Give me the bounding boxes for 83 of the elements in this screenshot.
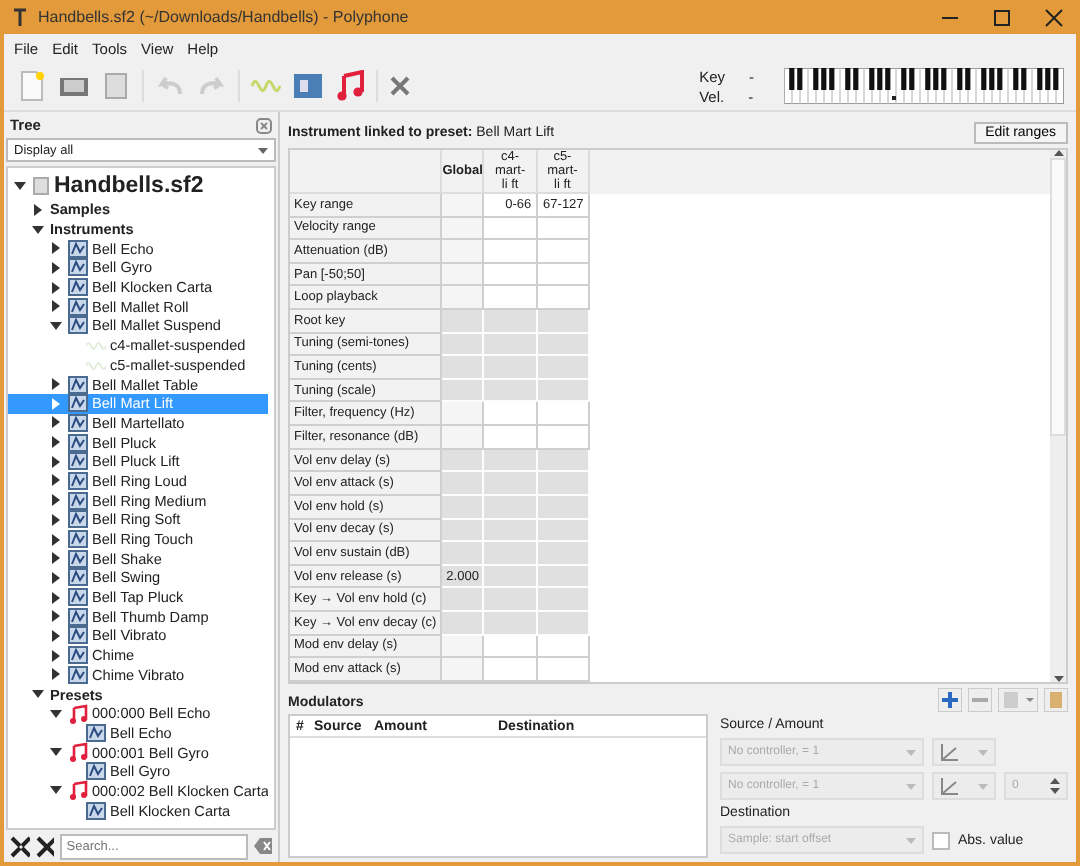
expand-arrow-icon[interactable]: [50, 319, 62, 332]
instrument-icon: [68, 471, 88, 490]
instrument-icon: [68, 413, 88, 432]
instrument-icon: [68, 665, 88, 684]
expand-arrow-icon[interactable]: [50, 649, 62, 662]
close-panel-icon[interactable]: [256, 117, 272, 133]
expand-arrow-icon[interactable]: [50, 746, 62, 759]
instrument-icon: [68, 568, 88, 587]
tree-root[interactable]: Handbells.sf2: [8, 170, 269, 200]
expand-arrow-icon[interactable]: [50, 242, 62, 255]
instrument-icon: [68, 297, 88, 316]
expand-arrow-icon[interactable]: [32, 688, 44, 701]
expand-arrow-icon[interactable]: [50, 571, 62, 584]
instrument-icon: [68, 239, 88, 258]
curve-dropdown[interactable]: [932, 738, 996, 766]
clear-icon[interactable]: [254, 838, 272, 854]
expand-arrow-icon[interactable]: [50, 261, 62, 274]
instrument-icon: [68, 491, 88, 510]
caret-icon: [906, 749, 916, 755]
instrument-icon: [68, 316, 88, 335]
file-icon: [32, 175, 50, 195]
window-title: Handbells.sf2 (~/Downloads/Handbells) - Polyphone: [38, 8, 409, 26]
music-note-icon: [68, 703, 88, 724]
app-icon: [12, 7, 28, 27]
expand-arrow-icon[interactable]: [50, 455, 62, 468]
instrument-icon: [68, 278, 88, 297]
delete-icon[interactable]: [388, 74, 412, 98]
expand-arrow-icon[interactable]: [50, 707, 62, 720]
close-icon[interactable]: [1044, 7, 1064, 27]
instrument-icon: [68, 433, 88, 452]
abs-value-checkbox[interactable]: [932, 831, 950, 849]
expand-arrow-icon[interactable]: [50, 513, 62, 526]
music-note-icon[interactable]: [334, 70, 366, 102]
expand-arrow-icon[interactable]: [50, 591, 62, 604]
instrument-icon: [68, 510, 88, 529]
caret-icon: [906, 783, 916, 789]
add-icon[interactable]: [938, 688, 962, 712]
spin-arrows-icon[interactable]: [1050, 778, 1060, 794]
instrument-icon: [68, 258, 88, 277]
expand-arrow-icon[interactable]: [32, 223, 44, 236]
instrument-icon: [68, 607, 88, 626]
caret-icon: [978, 783, 988, 789]
curve-icon: [940, 777, 960, 795]
expand-arrow-icon[interactable]: [50, 281, 62, 294]
scroll-down-icon[interactable]: [1053, 676, 1063, 682]
expand-arrow-icon[interactable]: [14, 179, 26, 191]
instrument-icon: [68, 452, 88, 471]
instrument-icon: [68, 626, 88, 645]
caret-icon: [978, 749, 988, 755]
curve-dropdown[interactable]: [932, 772, 996, 800]
expand-arrow-icon[interactable]: [50, 552, 62, 565]
expand-arrow-icon[interactable]: [32, 203, 44, 216]
expand-arrow-icon[interactable]: [50, 416, 62, 429]
caret-icon: [906, 837, 916, 843]
collapse-all-icon[interactable]: [10, 835, 30, 857]
expand-arrow-icon[interactable]: [50, 300, 62, 313]
scrollbar-thumb[interactable]: [1050, 158, 1066, 436]
expand-arrow-icon[interactable]: [50, 494, 62, 507]
maximize-icon[interactable]: [992, 7, 1012, 27]
instrument-icon: [68, 646, 88, 665]
expand-arrow-icon[interactable]: [50, 378, 62, 391]
caret-icon: [258, 147, 268, 153]
piano-keyboard[interactable]: [784, 68, 1064, 104]
expand-arrow-icon[interactable]: [50, 436, 62, 449]
instrument-icon: [86, 762, 106, 781]
instrument-icon: [68, 530, 88, 549]
instrument-icon: [68, 394, 88, 413]
music-note-icon: [68, 780, 88, 801]
curve-icon: [940, 743, 960, 761]
instrument-icon: [86, 723, 106, 742]
instrument-icon: [86, 801, 106, 820]
expand-arrow-icon[interactable]: [50, 784, 62, 797]
expand-arrow-icon[interactable]: [50, 533, 62, 546]
expand-arrow-icon[interactable]: [50, 629, 62, 642]
expand-arrow-icon[interactable]: [50, 610, 62, 623]
instrument-icon: [68, 588, 88, 607]
music-note-icon: [68, 742, 88, 763]
expand-arrow-icon[interactable]: [50, 474, 62, 487]
instrument-icon: [68, 375, 88, 394]
instrument-icon: [68, 549, 88, 568]
instrument-icon[interactable]: [292, 70, 324, 102]
expand-all-icon[interactable]: [35, 835, 55, 857]
expand-arrow-icon[interactable]: [50, 668, 62, 681]
